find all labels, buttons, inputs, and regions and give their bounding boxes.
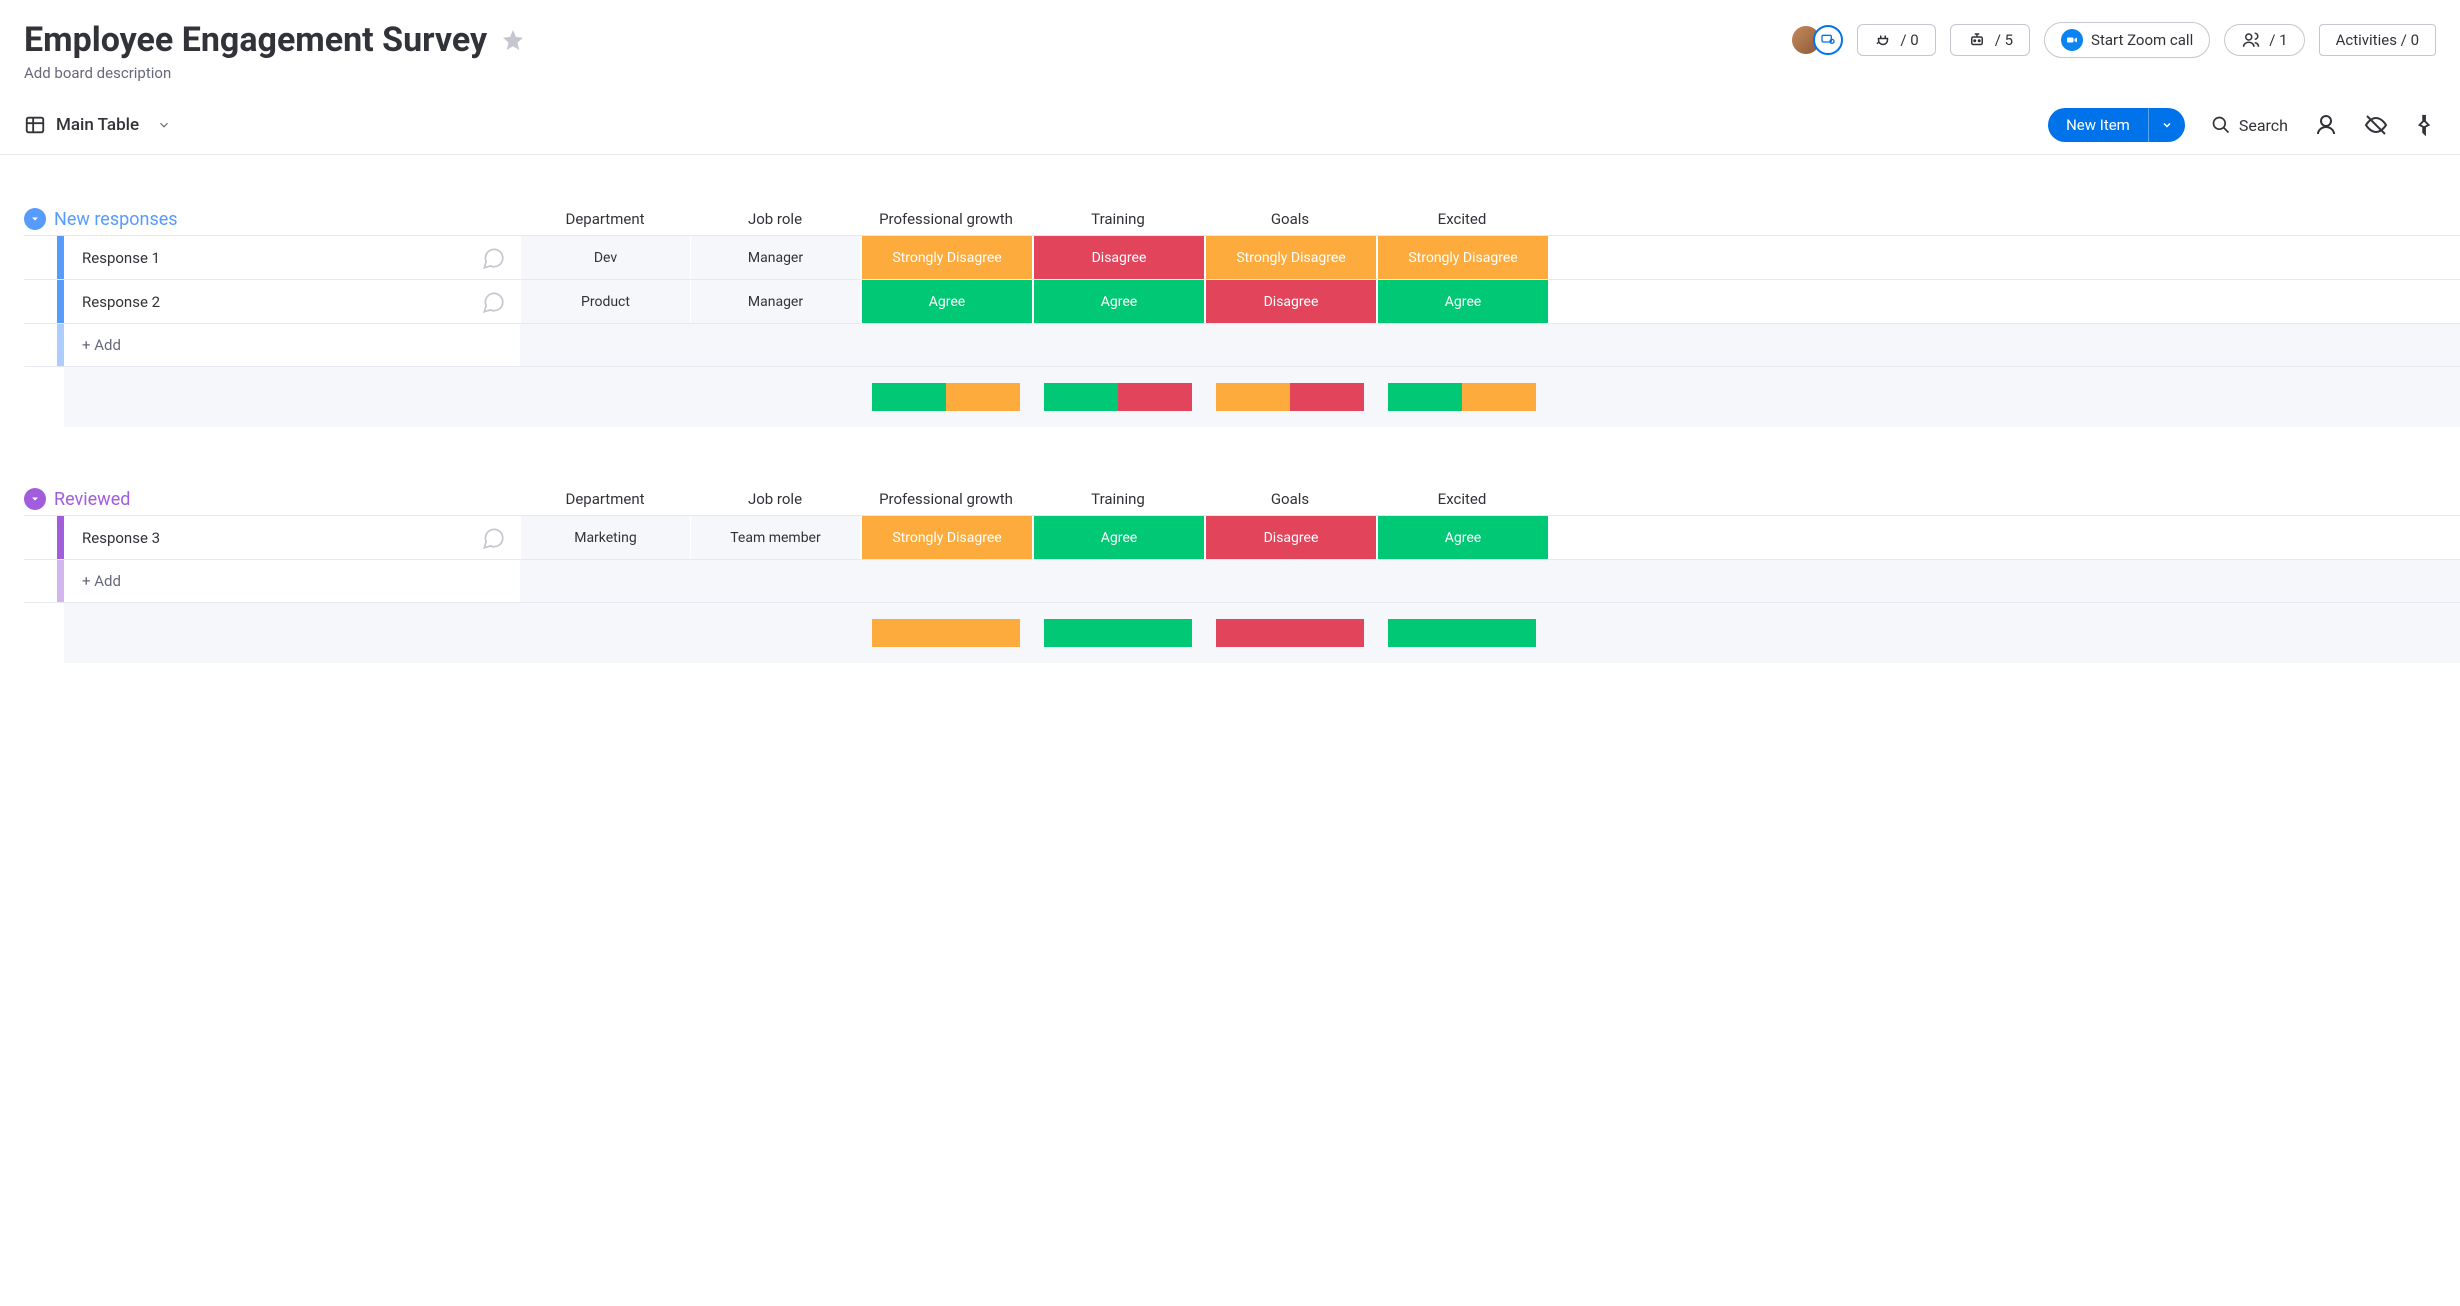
item-name[interactable]: Response 1 <box>82 249 480 267</box>
column-header-training[interactable]: Training <box>1032 490 1204 508</box>
group-collapse-toggle[interactable] <box>24 488 46 510</box>
status-cell[interactable]: Agree <box>1032 280 1204 323</box>
table-row[interactable]: Response 3 <box>24 516 520 559</box>
zoom-label: Start Zoom call <box>2091 31 2193 49</box>
group-title[interactable]: New responses <box>54 209 520 230</box>
add-item-row[interactable]: + Add <box>24 324 520 366</box>
status-cell[interactable]: Disagree <box>1032 236 1204 279</box>
status-cell[interactable]: Agree <box>1376 516 1548 559</box>
status-cell[interactable]: Agree <box>860 280 1032 323</box>
column-header-department[interactable]: Department <box>520 490 690 508</box>
board-members[interactable] <box>1791 25 1843 55</box>
zoom-icon <box>2061 29 2083 51</box>
column-header-excited[interactable]: Excited <box>1376 490 1548 508</box>
new-item-button[interactable]: New Item <box>2048 108 2185 142</box>
column-header-training[interactable]: Training <box>1032 210 1204 228</box>
column-summary <box>1204 383 1376 411</box>
star-icon[interactable] <box>501 28 525 52</box>
column-summary <box>1032 619 1204 647</box>
department-cell[interactable]: Marketing <box>520 516 690 559</box>
view-tab-label: Main Table <box>56 115 139 135</box>
job-role-cell[interactable]: Team member <box>690 516 860 559</box>
search-icon <box>2211 115 2231 135</box>
chat-icon[interactable] <box>480 525 506 551</box>
pin-icon[interactable] <box>2414 114 2436 136</box>
activities-label: Activities / 0 <box>2336 31 2419 49</box>
column-header-goals[interactable]: Goals <box>1204 210 1376 228</box>
column-header-growth[interactable]: Professional growth <box>860 490 1032 508</box>
zoom-call-button[interactable]: Start Zoom call <box>2044 22 2210 58</box>
column-summary <box>1032 383 1204 411</box>
column-summary <box>1204 619 1376 647</box>
status-cell[interactable]: Agree <box>1032 516 1204 559</box>
add-item-label: + Add <box>82 572 520 590</box>
column-header-job-role[interactable]: Job role <box>690 490 860 508</box>
chevron-down-icon <box>157 118 171 132</box>
search-button[interactable]: Search <box>2211 115 2288 135</box>
column-summary <box>1376 619 1548 647</box>
plug-icon <box>1874 31 1892 49</box>
automations-count: / 5 <box>1995 31 2013 49</box>
chat-icon[interactable] <box>480 289 506 315</box>
column-header-excited[interactable]: Excited <box>1376 210 1548 228</box>
add-item-row[interactable]: + Add <box>24 560 520 602</box>
table-row[interactable]: Response 2 <box>24 280 520 323</box>
status-cell[interactable]: Strongly Disagree <box>1376 236 1548 279</box>
integrations-count: / 0 <box>1900 31 1918 49</box>
group-collapse-toggle[interactable] <box>24 208 46 230</box>
job-role-cell[interactable]: Manager <box>690 236 860 279</box>
column-header-growth[interactable]: Professional growth <box>860 210 1032 228</box>
people-icon <box>2241 31 2261 49</box>
department-cell[interactable]: Product <box>520 280 690 323</box>
status-cell[interactable]: Agree <box>1376 280 1548 323</box>
column-summary <box>1376 383 1548 411</box>
visibility-badge-icon <box>1813 25 1843 55</box>
guests-count: / 1 <box>2269 31 2287 49</box>
table-icon <box>24 114 46 136</box>
status-cell[interactable]: Disagree <box>1204 516 1376 559</box>
new-item-dropdown[interactable] <box>2148 108 2185 142</box>
department-cell[interactable]: Dev <box>520 236 690 279</box>
hide-columns-button[interactable] <box>2364 113 2388 137</box>
group-title[interactable]: Reviewed <box>54 489 520 510</box>
status-cell[interactable]: Strongly Disagree <box>860 236 1032 279</box>
person-filter-button[interactable] <box>2314 113 2338 137</box>
new-item-label: New Item <box>2048 108 2148 142</box>
status-cell[interactable]: Strongly Disagree <box>1204 236 1376 279</box>
column-summary <box>860 383 1032 411</box>
column-header-job-role[interactable]: Job role <box>690 210 860 228</box>
column-header-department[interactable]: Department <box>520 210 690 228</box>
guests-pill[interactable]: / 1 <box>2224 24 2304 56</box>
activities-button[interactable]: Activities / 0 <box>2319 24 2436 56</box>
item-name[interactable]: Response 3 <box>82 529 480 547</box>
automations-pill[interactable]: / 5 <box>1950 24 2030 56</box>
board-title[interactable]: Employee Engagement Survey <box>24 20 487 60</box>
item-name[interactable]: Response 2 <box>82 293 480 311</box>
column-summary <box>860 619 1032 647</box>
view-tab-main-table[interactable]: Main Table <box>24 114 171 136</box>
column-header-goals[interactable]: Goals <box>1204 490 1376 508</box>
add-item-label: + Add <box>82 336 520 354</box>
status-cell[interactable]: Strongly Disagree <box>860 516 1032 559</box>
table-row[interactable]: Response 1 <box>24 236 520 279</box>
search-label: Search <box>2239 116 2288 135</box>
robot-icon <box>1967 31 1987 49</box>
status-cell[interactable]: Disagree <box>1204 280 1376 323</box>
chat-icon[interactable] <box>480 245 506 271</box>
job-role-cell[interactable]: Manager <box>690 280 860 323</box>
integrations-pill[interactable]: / 0 <box>1857 24 1935 56</box>
board-description[interactable]: Add board description <box>0 64 2460 96</box>
